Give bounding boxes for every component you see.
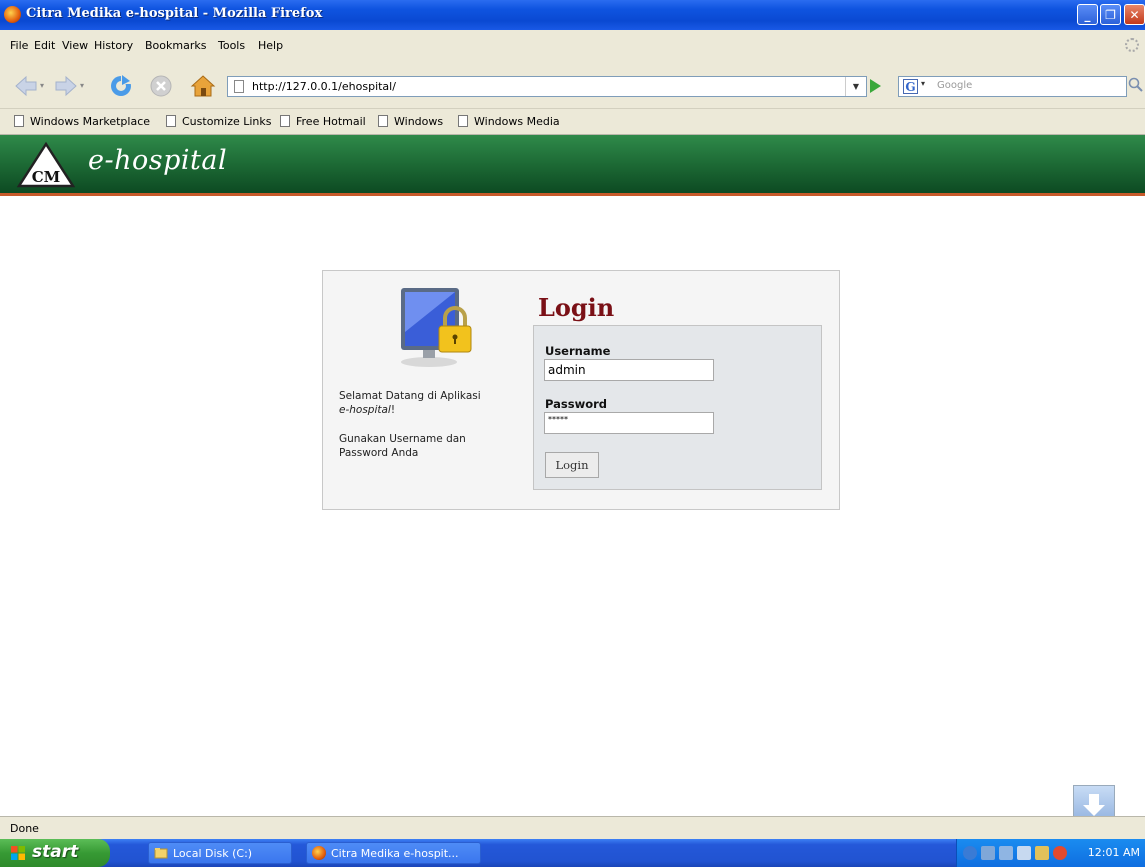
window-title: Citra Medika e-hospital - Mozilla Firefo… [26,6,323,21]
engine-dropdown-icon[interactable]: ▾ [921,79,925,88]
back-history-dropdown-icon[interactable]: ▾ [40,81,44,90]
site-header: CM e-hospital [0,135,1145,196]
forward-button[interactable] [54,73,78,99]
page-icon [166,115,176,127]
bookmark-item[interactable]: Windows [378,115,443,128]
password-input[interactable]: ***** [544,412,714,434]
firefox-icon [312,846,326,860]
bookmark-label: Free Hotmail [296,115,366,128]
start-label: start [32,842,79,862]
bookmark-item[interactable]: Windows Marketplace [14,115,150,128]
reload-icon [111,75,131,96]
bookmark-item[interactable]: Free Hotmail [280,115,366,128]
bookmark-item[interactable]: Customize Links [166,115,272,128]
task-label: Citra Medika e-hospit... [331,847,459,860]
bookmark-label: Windows [394,115,444,128]
go-button[interactable] [870,79,881,93]
firefox-icon [4,6,21,23]
password-label: Password [545,397,607,411]
back-button[interactable] [14,73,38,99]
stop-button[interactable] [148,73,174,99]
magnifier-icon [1128,77,1143,92]
cm-logo-icon: CM [16,141,76,188]
network-icon[interactable] [981,846,995,860]
windows-flag-icon [11,846,25,860]
back-arrow-icon [15,75,37,97]
url-dropdown-icon[interactable]: ▼ [845,77,866,96]
url-text: http://127.0.0.1/ehospital/ [252,80,396,93]
bookmark-label: Customize Links [182,115,272,128]
page-icon [378,115,388,127]
menu-tools[interactable]: Tools [218,39,245,52]
menu-history[interactable]: History [94,39,133,52]
security-shield-icon[interactable] [1053,846,1067,860]
username-input[interactable]: admin [544,359,714,381]
forward-arrow-icon [55,75,77,97]
menu-help[interactable]: Help [258,39,283,52]
page-icon [234,80,244,93]
username-label: Username [545,344,611,358]
menu-bar: File Edit View History Bookmarks Tools H… [0,30,1145,65]
home-icon [190,75,216,97]
page-icon [14,115,24,127]
stop-icon [150,75,172,97]
search-bar[interactable]: G ▾ Google [898,76,1127,97]
logo-text: CM [32,168,61,186]
welcome-message: Selamat Datang di Aplikasi e-hospital! [339,389,519,417]
menu-file[interactable]: File [10,39,28,52]
welcome-line: Selamat Datang di Aplikasi [339,390,481,402]
minimize-button[interactable]: _ [1077,4,1098,25]
tray-clock[interactable]: 12:01 AM [1088,846,1140,859]
bookmarks-toolbar: Windows Marketplace Customize Links Free… [0,109,1145,135]
brand-title: e-hospital [88,145,228,176]
welcome-suffix: ! [390,404,396,416]
system-tray: 12:01 AM [956,839,1145,867]
google-engine-icon[interactable]: G [903,79,918,94]
task-firefox[interactable]: Citra Medika e-hospit... [306,842,481,864]
page-icon [280,115,290,127]
page-icon [458,115,468,127]
login-title: Login [538,293,615,322]
close-button[interactable]: ✕ [1124,4,1145,25]
search-placeholder: Google [937,80,973,91]
task-local-disk[interactable]: Local Disk (C:) [148,842,292,864]
login-button[interactable]: Login [545,452,599,478]
task-label: Local Disk (C:) [173,847,253,860]
home-button[interactable] [190,73,216,99]
bookmark-label: Windows Marketplace [30,115,151,128]
tray-expand-icon[interactable] [963,846,977,860]
taskbar: start Local Disk (C:) Citra Medika e-hos… [0,839,1145,867]
network-icon[interactable] [999,846,1013,860]
login-instruction: Gunakan Username dan Password Anda [339,433,466,459]
volume-icon[interactable] [1035,846,1049,860]
reload-button[interactable] [108,73,134,99]
throbber-icon [1125,38,1139,52]
monitor-lock-icon [401,288,472,367]
status-text: Done [10,822,39,835]
restore-button[interactable]: ❐ [1100,4,1121,25]
welcome-app-name: e-hospital [339,404,391,416]
menu-view[interactable]: View [62,39,88,52]
status-bar: Done [0,816,1145,840]
display-icon[interactable] [1017,846,1031,860]
bookmark-item[interactable]: Windows Media [458,115,560,128]
start-button[interactable]: start [0,839,110,867]
url-bar[interactable]: http://127.0.0.1/ehospital/ ▼ [227,76,867,97]
search-button[interactable] [1128,77,1143,92]
window-title-bar[interactable]: Citra Medika e-hospital - Mozilla Firefo… [0,0,1145,30]
menu-bookmarks[interactable]: Bookmarks [145,39,206,52]
folder-icon [154,848,168,859]
bookmark-label: Windows Media [474,115,560,128]
menu-edit[interactable]: Edit [34,39,55,52]
forward-history-dropdown-icon[interactable]: ▾ [80,81,84,90]
